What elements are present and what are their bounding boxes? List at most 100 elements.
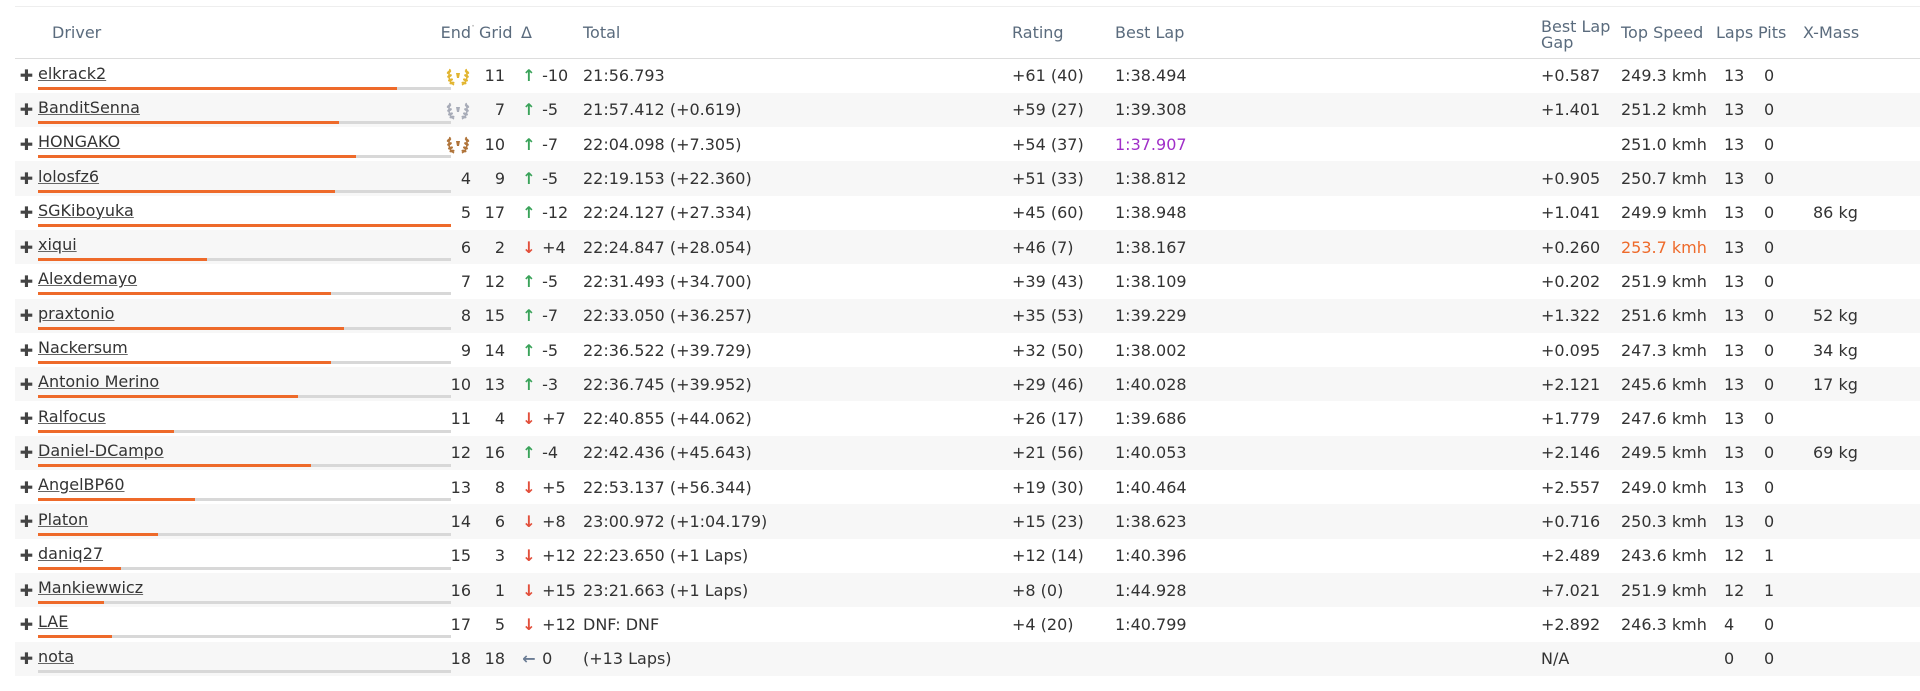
arrow-down-icon: ↓ bbox=[522, 512, 536, 531]
arrow-down-icon: ↓ bbox=[522, 477, 536, 497]
end-position-value: 6 bbox=[460, 237, 471, 257]
grid-position: 15 bbox=[484, 306, 505, 326]
progress-bar-track bbox=[38, 120, 451, 124]
delta-cell: ↓ +15 bbox=[521, 573, 583, 607]
header-best-lap[interactable]: Best Lap bbox=[1115, 6, 1541, 59]
grid-position: 14 bbox=[484, 340, 505, 360]
header-pits[interactable]: Pits bbox=[1758, 6, 1803, 59]
driver-name-link[interactable]: elkrack2 bbox=[38, 64, 106, 83]
expand-icon[interactable]: ✚ bbox=[15, 196, 38, 230]
driver-wrap: elkrack2 bbox=[38, 61, 451, 91]
header-best-lap-gap[interactable]: Best Lap Gap bbox=[1541, 6, 1621, 59]
driver-name-link[interactable]: Platon bbox=[38, 510, 88, 529]
driver-name-link[interactable]: nota bbox=[38, 647, 74, 666]
progress-bar-track bbox=[38, 189, 451, 193]
driver-name-link[interactable]: Nackersum bbox=[38, 338, 128, 357]
best-lap: 1:39.308 bbox=[1115, 100, 1187, 120]
expand-icon[interactable]: ✚ bbox=[15, 230, 38, 264]
expand-icon[interactable]: ✚ bbox=[15, 333, 38, 367]
driver-name-link[interactable]: Mankiewwicz bbox=[38, 578, 143, 597]
header-grid[interactable]: Grid bbox=[479, 6, 521, 59]
header-driver[interactable]: Driver bbox=[38, 6, 388, 59]
top-speed: 243.6 kmh bbox=[1621, 546, 1707, 566]
header-laps[interactable]: Laps bbox=[1716, 6, 1758, 59]
arrow-down-icon: ↓ bbox=[522, 409, 536, 429]
delta-value: -5 bbox=[542, 271, 559, 291]
driver-name-link[interactable]: Daniel-DCampo bbox=[38, 441, 164, 460]
expand-icon[interactable]: ✚ bbox=[15, 367, 38, 401]
driver-name-link[interactable]: Ralfocus bbox=[38, 407, 106, 426]
driver-name-link[interactable]: LAE bbox=[38, 612, 68, 631]
header-end[interactable]: End · bbox=[388, 6, 479, 59]
pits: 0 bbox=[1764, 512, 1775, 531]
grid-position: 10 bbox=[484, 134, 505, 154]
driver-name-link[interactable]: AngelBP60 bbox=[38, 475, 125, 494]
rating: +29 (46) bbox=[1012, 374, 1084, 394]
expand-icon[interactable]: ✚ bbox=[15, 93, 38, 127]
delta-cell: ↓ +5 bbox=[521, 470, 583, 504]
header-delta[interactable]: Δ bbox=[521, 6, 583, 59]
top-speed: 246.3 kmh bbox=[1621, 614, 1707, 634]
end-position-value: 10 bbox=[450, 374, 471, 394]
delta-value: -7 bbox=[542, 306, 559, 326]
progress-bar-fill bbox=[38, 635, 113, 639]
driver-name-link[interactable]: praxtonio bbox=[38, 304, 114, 323]
pits: 0 bbox=[1764, 443, 1775, 463]
best-lap-gap: +0.202 bbox=[1541, 271, 1601, 291]
expand-icon[interactable]: ✚ bbox=[15, 264, 38, 298]
top-speed: 250.3 kmh bbox=[1621, 512, 1707, 531]
end-position-value: 13 bbox=[450, 477, 471, 497]
grid-position: 8 bbox=[494, 477, 505, 497]
best-lap-gap: +2.489 bbox=[1541, 546, 1601, 566]
expand-icon[interactable]: ✚ bbox=[15, 573, 38, 607]
expand-icon[interactable]: ✚ bbox=[15, 299, 38, 333]
driver-wrap: AngelBP60 bbox=[38, 472, 451, 502]
rating: +19 (30) bbox=[1012, 477, 1084, 497]
driver-name-link[interactable]: BanditSenna bbox=[38, 98, 140, 117]
delta-value: +8 bbox=[542, 512, 566, 531]
expand-icon[interactable]: ✚ bbox=[15, 127, 38, 161]
best-lap-gap: N/A bbox=[1541, 649, 1570, 669]
x-mass bbox=[1803, 504, 1920, 538]
driver-name-link[interactable]: Alexdemayo bbox=[38, 269, 137, 288]
header-x-mass[interactable]: X-Mass bbox=[1803, 6, 1920, 59]
driver-name-link[interactable]: Antonio Merino bbox=[38, 372, 159, 391]
best-lap-gap: +2.121 bbox=[1541, 374, 1601, 394]
expand-icon[interactable]: ✚ bbox=[15, 401, 38, 435]
total-time: 22:24.847 (+28.054) bbox=[583, 237, 752, 257]
arrow-down-icon: ↓ bbox=[522, 237, 536, 257]
expand-icon[interactable]: ✚ bbox=[15, 539, 38, 573]
progress-bar-track bbox=[38, 532, 451, 536]
best-lap-gap: +1.041 bbox=[1541, 203, 1601, 223]
driver-wrap: BanditSenna bbox=[38, 95, 451, 125]
total-time: 22:36.522 (+39.729) bbox=[583, 340, 752, 360]
header-rating[interactable]: Rating bbox=[1012, 6, 1115, 59]
expand-icon[interactable]: ✚ bbox=[15, 607, 38, 641]
end-position-value: 4 bbox=[460, 169, 471, 189]
best-lap: 1:38.167 bbox=[1115, 237, 1187, 257]
driver-name-link[interactable]: HONGAKO bbox=[38, 132, 120, 151]
top-speed: 247.6 kmh bbox=[1621, 409, 1707, 429]
expand-icon[interactable]: ✚ bbox=[15, 642, 38, 676]
progress-bar-fill bbox=[38, 601, 105, 605]
header-top-speed[interactable]: Top Speed bbox=[1621, 6, 1716, 59]
progress-bar-fill bbox=[38, 429, 175, 433]
grid-position: 5 bbox=[494, 614, 505, 634]
expand-icon[interactable]: ✚ bbox=[15, 436, 38, 470]
delta-value: -5 bbox=[542, 340, 559, 360]
x-mass: 86 kg bbox=[1813, 203, 1858, 223]
rating: +39 (43) bbox=[1012, 271, 1084, 291]
expand-icon[interactable]: ✚ bbox=[15, 161, 38, 195]
header-total[interactable]: Total bbox=[583, 6, 1012, 59]
driver-cell: nota bbox=[38, 642, 451, 676]
expand-icon[interactable]: ✚ bbox=[15, 59, 38, 93]
driver-cell: BanditSenna bbox=[38, 93, 451, 127]
driver-name-link[interactable]: SGKiboyuka bbox=[38, 201, 134, 220]
driver-name-link[interactable]: xiqui bbox=[38, 235, 77, 254]
expand-icon[interactable]: ✚ bbox=[15, 504, 38, 538]
total-time: 22:33.050 (+36.257) bbox=[583, 306, 752, 326]
expand-icon[interactable]: ✚ bbox=[15, 470, 38, 504]
grid-position: 7 bbox=[494, 100, 505, 120]
driver-name-link[interactable]: daniq27 bbox=[38, 544, 103, 563]
driver-name-link[interactable]: lolosfz6 bbox=[38, 167, 99, 186]
